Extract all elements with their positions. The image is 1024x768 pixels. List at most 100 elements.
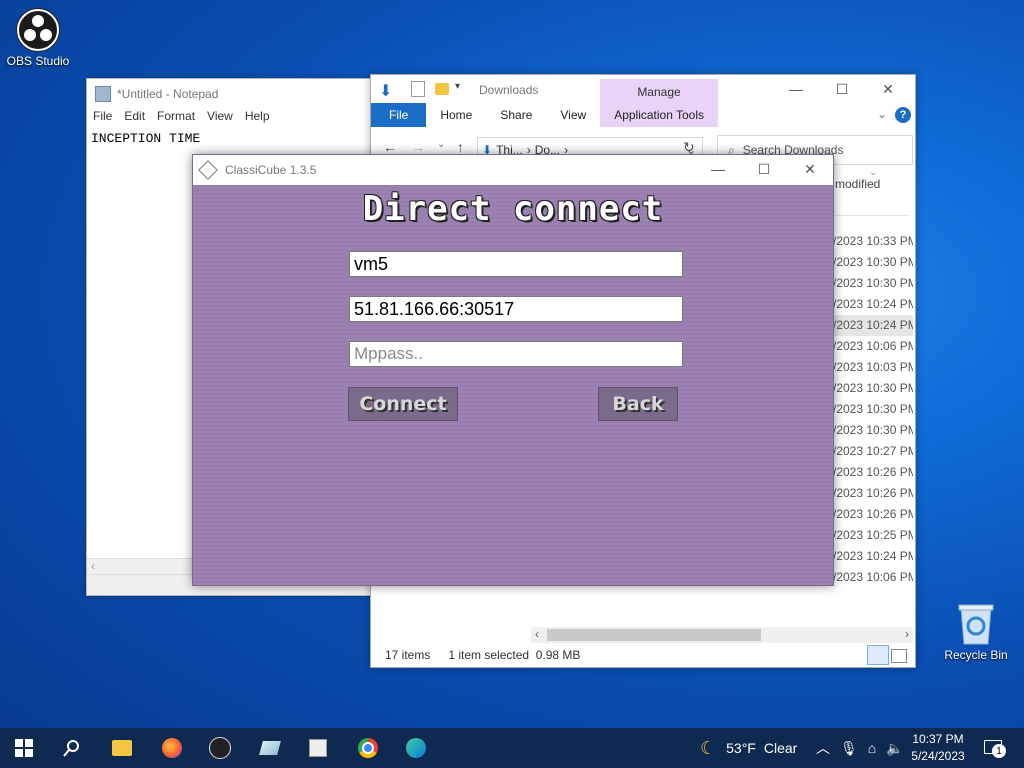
system-tray: ︿ 🎙 ⌂ 🔈 [816,728,904,768]
taskbar-obs[interactable] [208,736,232,760]
file-row-date[interactable]: /2023 10:30 PM [833,252,913,273]
taskbar-app[interactable] [258,736,282,760]
taskbar-chrome[interactable] [356,736,380,760]
file-row-date[interactable]: /2023 10:24 PM [833,294,913,315]
username-input[interactable]: vm5 [349,251,683,277]
large-icons-view-icon[interactable] [891,649,907,663]
details-view-icon[interactable] [867,645,889,665]
explorer-titlebar[interactable]: ⬇ ▾ Downloads — ☐ ✕ [371,75,915,103]
file-row-date[interactable]: /2023 10:06 PM [833,336,913,357]
close-button[interactable]: ✕ [787,155,833,183]
back-button[interactable]: Back [598,387,678,421]
column-header-date-modified[interactable]: modified [835,177,880,191]
desktop-icon-obs[interactable]: OBS Studio [0,8,76,68]
mppass-input[interactable]: Mppass.. [349,341,683,367]
start-button[interactable] [12,736,36,760]
notepad-titlebar[interactable]: *Untitled - Notepad [87,79,387,109]
file-row-date[interactable]: /2023 10:30 PM [833,378,913,399]
tab-application-tools[interactable]: Application Tools [600,103,718,127]
classicube-window[interactable]: ClassiCube 1.3.5 — ☐ ✕ Direct connect vm… [192,154,834,586]
close-button[interactable]: ✕ [865,75,911,103]
tab-view[interactable]: View [546,103,600,127]
help-icon[interactable]: ? [895,107,911,123]
tab-home[interactable]: Home [426,103,486,127]
minimize-button[interactable]: — [695,155,741,183]
obs-icon [209,737,231,759]
file-row-date[interactable]: /2023 10:24 PM [833,546,913,567]
weather-widget[interactable]: ☾ 53°F Clear [700,728,797,768]
search-button[interactable] [60,736,84,760]
taskbar: ☾ 53°F Clear ︿ 🎙 ⌂ 🔈 10:37 PM 5/24/2023 … [0,728,1024,768]
classicube-title: ClassiCube 1.3.5 [225,163,317,177]
recent-locations-icon[interactable]: ⌄ [437,139,445,150]
scroll-right-icon[interactable]: › [905,627,909,641]
notification-center-button[interactable]: 1 [982,738,1006,758]
menu-help[interactable]: Help [245,109,270,127]
server-address-input[interactable]: 51.81.166.66:30517 [349,296,683,322]
microphone-icon[interactable]: 🎙 [840,740,858,757]
file-row-date[interactable]: /2023 10:33 PM [833,231,913,252]
classicube-cube-icon [198,160,218,180]
weather-description: Clear [763,740,798,756]
file-row-date[interactable]: /2023 10:30 PM [833,399,913,420]
taskbar-file-explorer[interactable] [110,736,134,760]
notepad-text-area[interactable]: INCEPTION TIME [87,127,387,150]
menu-format[interactable]: Format [157,109,195,127]
notepad-menubar: File Edit Format View Help [87,109,387,127]
customize-toolbar-icon[interactable]: ▾ [455,81,460,92]
file-row-date[interactable]: /2023 10:30 PM [833,420,913,441]
desktop-icon-label: OBS Studio [6,54,70,68]
volume-icon[interactable]: 🔈 [886,740,903,757]
scrollbar-thumb[interactable] [547,629,761,641]
column-sort-icon: ⌄ [869,167,878,178]
show-hidden-icons-icon[interactable]: ︿ [816,738,830,758]
windows-icon [15,739,33,757]
scroll-left-icon[interactable]: ‹ [91,559,95,573]
recycle-bin-icon [957,602,995,646]
file-row-date[interactable]: /2023 10:03 PM [833,357,913,378]
notepad-icon [95,86,111,102]
menu-edit[interactable]: Edit [124,109,145,127]
clock[interactable]: 10:37 PM 5/24/2023 [906,731,970,765]
file-row-date[interactable]: /2023 10:30 PM [833,273,913,294]
taskbar-classicube[interactable] [306,736,330,760]
tab-share[interactable]: Share [486,103,546,127]
menu-view[interactable]: View [207,109,233,127]
file-row-date[interactable]: /2023 10:06 PM [833,567,913,588]
classicube-titlebar[interactable]: ClassiCube 1.3.5 — ☐ ✕ [193,155,833,185]
direct-connect-heading: Direct connect [362,189,664,229]
folder-icon[interactable] [435,83,449,95]
column-divider [829,215,909,216]
maximize-button[interactable]: ☐ [741,155,787,183]
taskbar-firefox[interactable] [160,736,184,760]
chevron-down-icon[interactable]: ⌄ [877,107,887,121]
clock-time: 10:37 PM [912,732,964,746]
file-row-date[interactable]: /2023 10:24 PM [833,315,913,336]
file-row-date[interactable]: /2023 10:27 PM [833,441,913,462]
desktop-icon-recycle-bin[interactable]: Recycle Bin [938,602,1014,662]
properties-icon[interactable] [411,81,425,97]
scroll-left-icon[interactable]: ‹ [535,627,539,641]
file-row-date[interactable]: /2023 10:26 PM [833,504,913,525]
minimize-button[interactable]: — [773,75,819,103]
classicube-background: Direct connect vm5 51.81.166.66:30517 Mp… [193,185,833,585]
up-arrow-icon[interactable]: ↑ [457,139,464,155]
weather-temperature: 53°F [726,740,756,756]
network-icon[interactable]: ⌂ [868,740,876,756]
connect-button[interactable]: Connect [348,387,458,421]
explorer-horizontal-scrollbar[interactable]: ‹ › [531,627,913,643]
tab-file[interactable]: File [371,103,427,127]
file-row-date[interactable]: /2023 10:26 PM [833,462,913,483]
notification-count-badge: 1 [992,744,1006,758]
file-row-date[interactable]: /2023 10:25 PM [833,525,913,546]
folder-icon [112,740,132,756]
cube-icon [309,739,327,757]
down-arrow-icon[interactable]: ⬇ [379,81,392,101]
maximize-button[interactable]: ☐ [819,75,865,103]
forward-arrow-icon[interactable]: → [411,139,425,155]
file-row-date[interactable]: /2023 10:26 PM [833,483,913,504]
taskbar-edge[interactable] [404,736,428,760]
menu-file[interactable]: File [93,109,112,127]
explorer-title: Downloads [479,83,539,97]
back-arrow-icon[interactable]: ← [383,139,397,155]
